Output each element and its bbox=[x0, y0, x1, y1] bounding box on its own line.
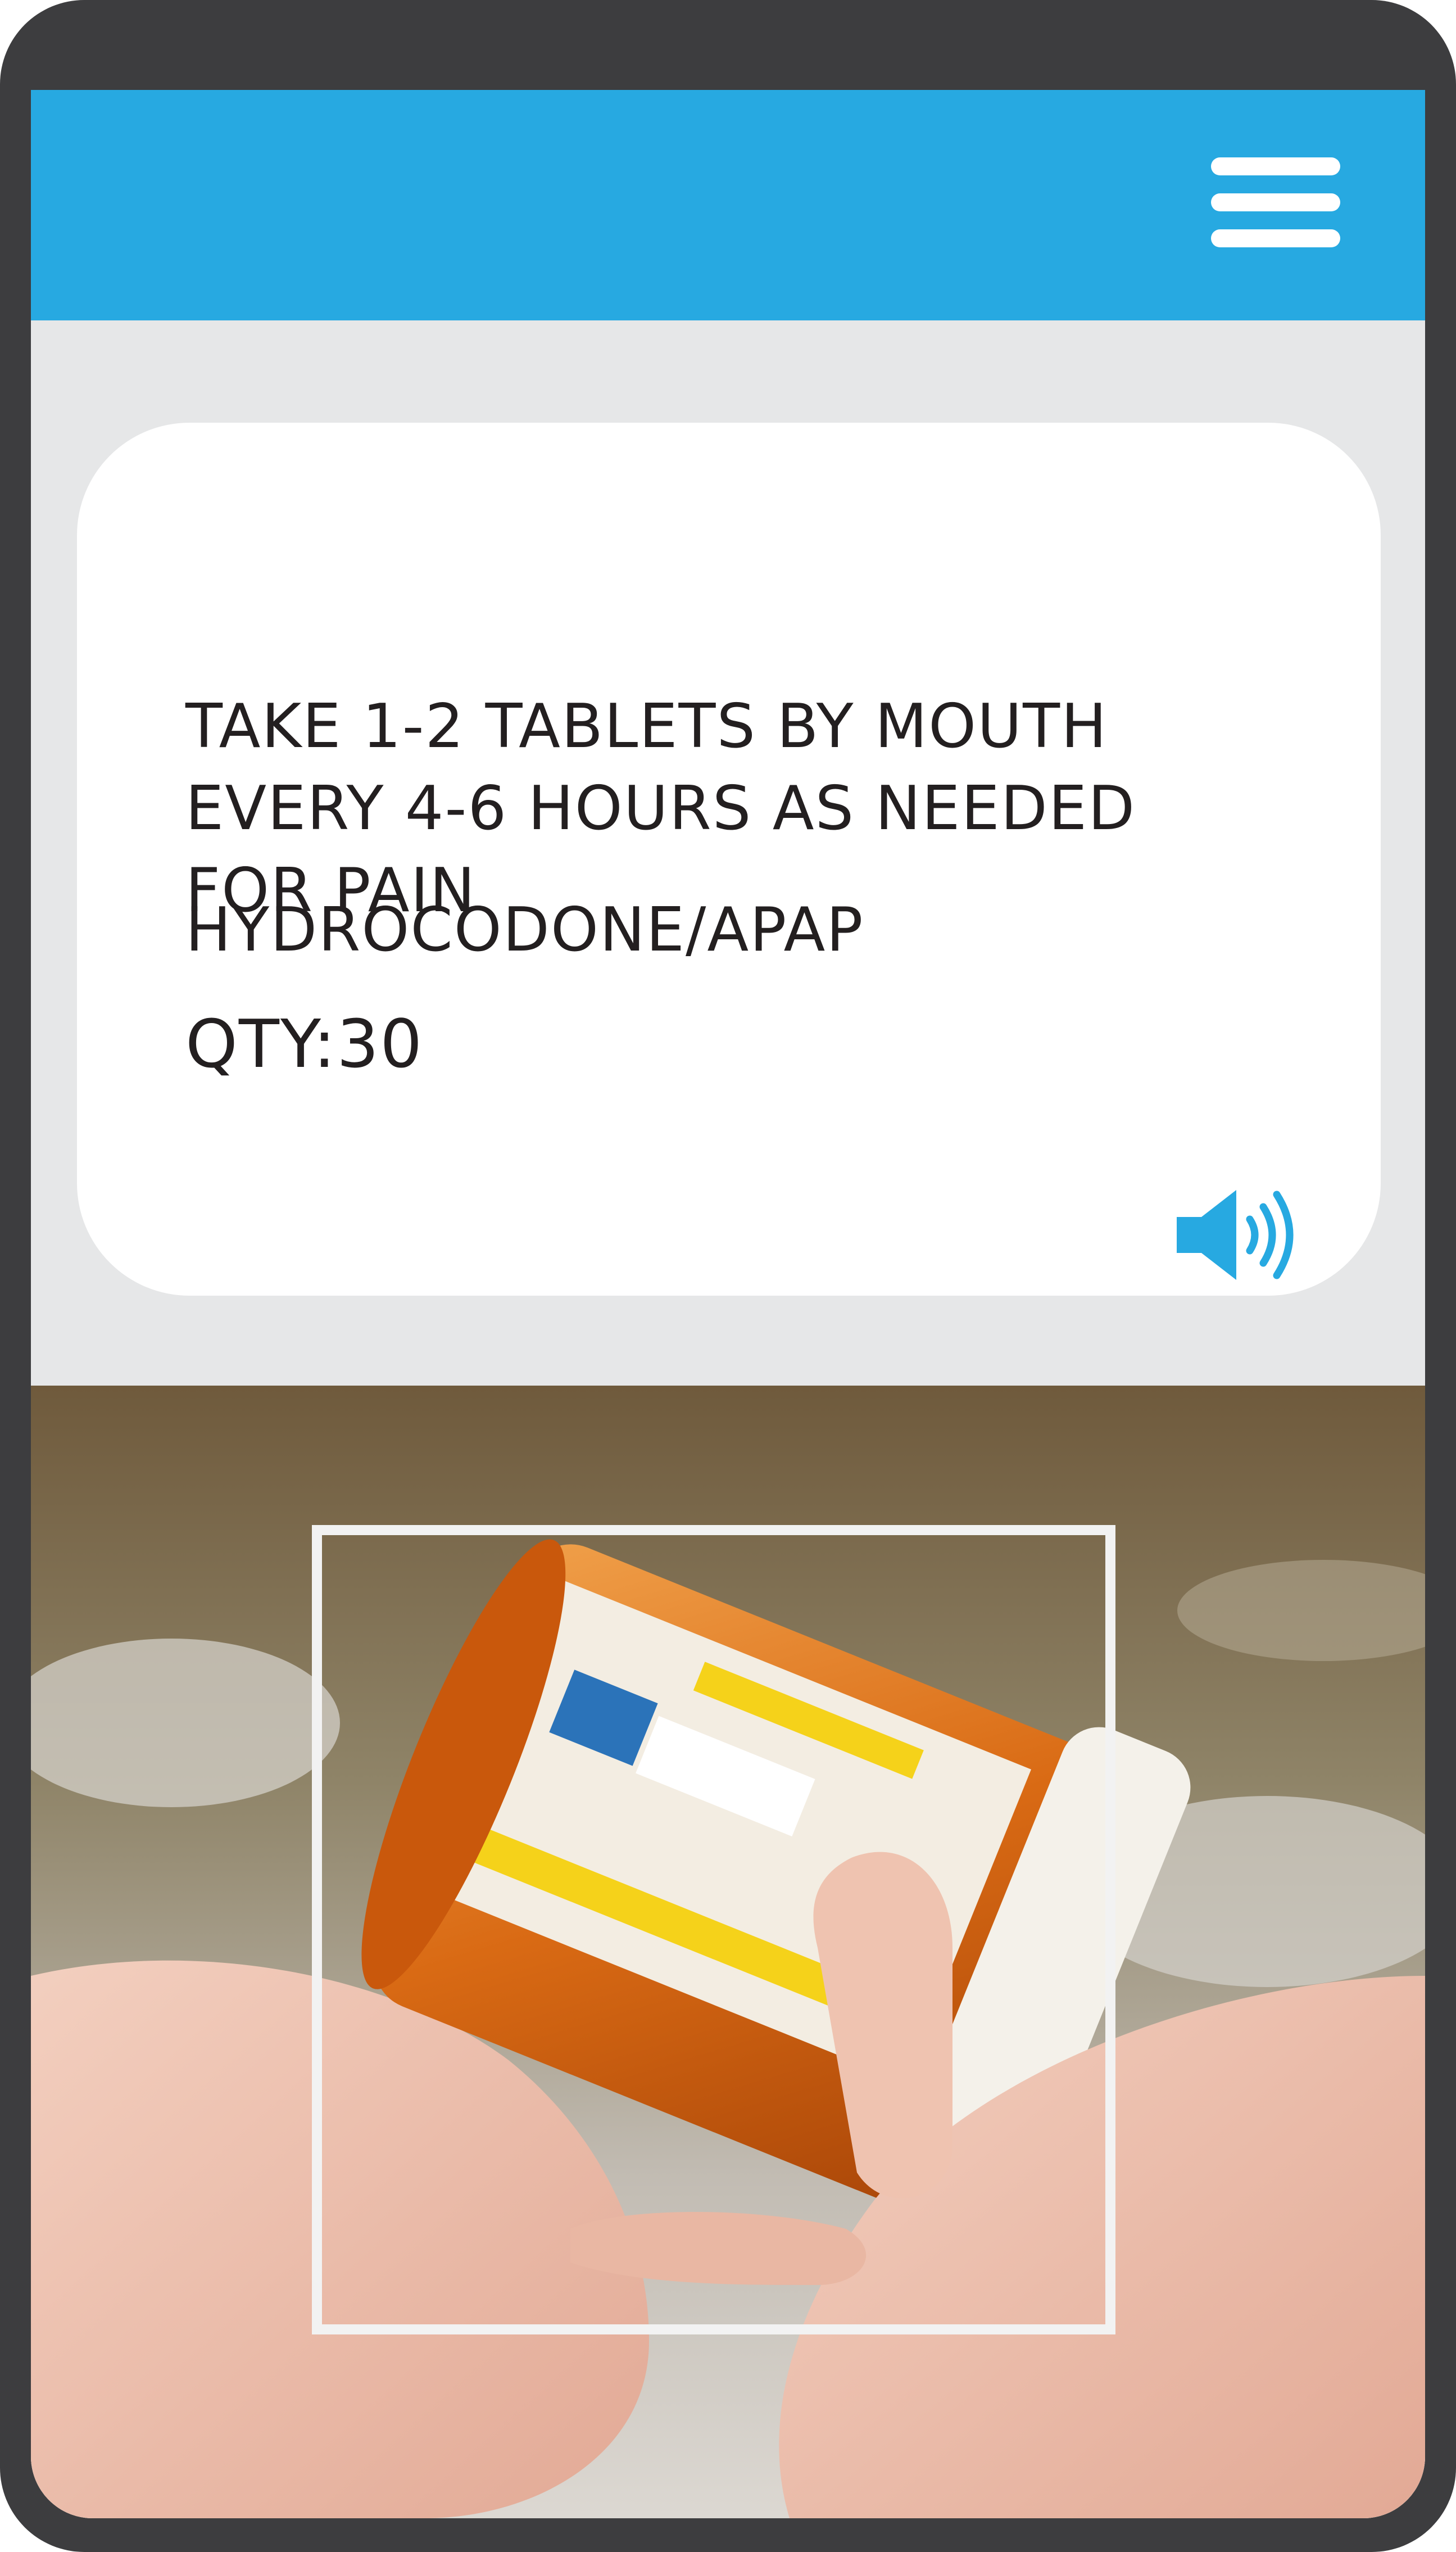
menu-line-bottom bbox=[1211, 229, 1340, 247]
speaker-icon[interactable] bbox=[1176, 1184, 1299, 1286]
quantity: QTY:30 bbox=[185, 1005, 424, 1083]
drug-name: HYDROCODONE/APAP bbox=[185, 895, 864, 965]
menu-line-middle bbox=[1211, 193, 1340, 211]
header-bar bbox=[31, 90, 1425, 320]
phone-frame: TAKE 1-2 TABLETS BY MOUTH EVERY 4-6 HOUR… bbox=[0, 0, 1456, 2552]
menu-line-top bbox=[1211, 157, 1340, 175]
app-screen: TAKE 1-2 TABLETS BY MOUTH EVERY 4-6 HOUR… bbox=[31, 90, 1425, 2518]
scan-frame bbox=[312, 1525, 1115, 2334]
camera-viewfinder[interactable] bbox=[31, 1386, 1425, 2518]
prescription-card: TAKE 1-2 TABLETS BY MOUTH EVERY 4-6 HOUR… bbox=[77, 423, 1381, 1296]
hamburger-menu-icon[interactable] bbox=[1211, 157, 1340, 253]
speaker-icon-graphic bbox=[1177, 1190, 1294, 1280]
